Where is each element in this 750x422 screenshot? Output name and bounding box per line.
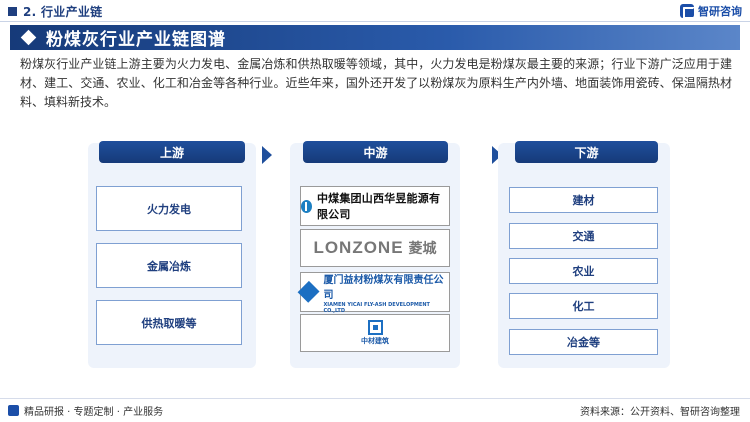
description-text: 粉煤灰行业产业链上游主要为火力发电、金属冶炼和供热取暖等领域，其中，火力发电是粉… — [20, 57, 732, 109]
downstream-item-building-materials: 建材 — [509, 187, 658, 213]
arrow-right-icon — [262, 146, 272, 164]
brand-logo-icon — [680, 4, 695, 19]
company-name-yicai: 厦门益材粉煤灰有限责任公司 — [323, 274, 444, 301]
company-name-lonzone: LONZONE — [313, 238, 404, 257]
section-marker-icon — [8, 6, 17, 16]
company-name-zhongmei: 中煤集团山西华昱能源有限公司 — [316, 192, 441, 221]
company-name-lonzone-cn: 菱城 — [408, 241, 437, 257]
yicai-logo-icon — [297, 280, 320, 304]
section-title: 2. 行业产业链 — [23, 4, 103, 19]
title-bar: 粉煤灰行业产业链图谱 — [10, 25, 740, 50]
midstream-header: 中游 — [303, 141, 448, 163]
source-note: 资料来源：公开资料、智研咨询整理 — [580, 407, 740, 418]
company-logo-zhongcai: 中材建筑 — [300, 314, 450, 352]
brand-logo: 智研咨询 — [680, 3, 742, 19]
company-logo-lonzone: LONZONE 菱城 — [300, 229, 450, 267]
company-logo-zhongmei: 中煤集团山西华昱能源有限公司 — [300, 186, 450, 226]
diamond-icon — [20, 29, 37, 46]
downstream-item-metallurgy: 冶金等 — [509, 329, 658, 355]
downstream-item-chemical: 化工 — [509, 293, 658, 319]
company-name-yicai-en: XIAMEN YICAI FLY-ASH DEVELOPMENT CO.,LTD — [323, 301, 430, 314]
footer-tagline-text: 精品研报 · 专题定制 · 产业服务 — [24, 407, 164, 418]
page-title: 粉煤灰行业产业链图谱 — [46, 30, 226, 50]
zhongmei-logo-icon — [301, 199, 314, 213]
footer-divider — [0, 398, 750, 399]
company-logo-yicai: 厦门益材粉煤灰有限责任公司 XIAMEN YICAI FLY-ASH DEVEL… — [297, 272, 450, 314]
company-name-zhongcai: 中材建筑 — [361, 337, 389, 345]
zhongcai-logo-icon — [367, 320, 383, 335]
upstream-item-heating: 供热取暖等 — [96, 300, 242, 345]
downstream-item-agriculture: 农业 — [509, 258, 658, 284]
upstream-item-thermal-power: 火力发电 — [96, 186, 242, 231]
upstream-item-metal-smelting: 金属冶炼 — [96, 243, 242, 288]
downstream-header: 下游 — [515, 141, 658, 163]
footer-logo-icon — [8, 405, 19, 416]
section-header: 2. 行业产业链 智研咨询 — [0, 0, 750, 22]
upstream-header: 上游 — [99, 141, 245, 163]
footer-tagline: 精品研报 · 专题定制 · 产业服务 — [8, 403, 163, 418]
downstream-item-transportation: 交通 — [509, 223, 658, 249]
header-divider — [0, 21, 750, 22]
brand-name: 智研咨询 — [698, 5, 742, 18]
